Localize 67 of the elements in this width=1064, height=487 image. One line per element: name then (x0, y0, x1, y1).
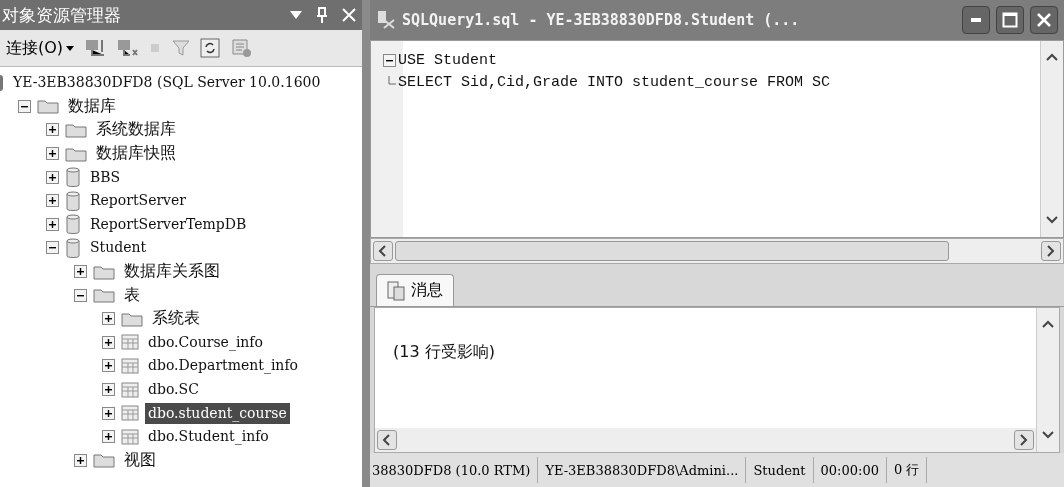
tree-item[interactable]: 系统表 (149, 308, 203, 330)
database-icon (65, 236, 81, 259)
tree-item[interactable]: 视图 (121, 449, 159, 471)
folder-icon (65, 145, 87, 162)
result-tab[interactable]: 消息 (376, 274, 454, 306)
folder-icon (93, 287, 115, 304)
code-line: USE Student (398, 51, 498, 69)
tree-item[interactable]: ReportServerTempDB (87, 213, 250, 235)
database-icon (65, 166, 81, 189)
tree-item[interactable]: dbo.Student_info (145, 426, 272, 448)
connect-server-icon (84, 38, 107, 58)
dropdown-icon (290, 11, 302, 19)
folder-icon (37, 98, 59, 115)
tree-item[interactable]: ReportServer (87, 190, 189, 212)
tree-item[interactable]: dbo.Course_info (145, 331, 266, 353)
status-cell: 00:00:00 (813, 457, 887, 483)
message-text: (13 行受影响) (393, 342, 495, 361)
maximize-icon (1002, 12, 1018, 28)
tree-item[interactable]: 数据库 (65, 95, 119, 117)
folder-icon (121, 310, 143, 327)
vertical-scrollbar[interactable] (1040, 41, 1063, 237)
document-icon (387, 280, 405, 301)
connect-button[interactable]: 连接(O) (6, 37, 75, 59)
tree-item[interactable]: Student (87, 237, 150, 259)
window-title: SQLQuery1.sql - YE-3EB38830DFD8.Student (... (402, 11, 801, 29)
status-cell: 0 行 (886, 457, 928, 483)
table-icon (121, 357, 139, 374)
filter-icon (172, 39, 191, 57)
close-icon (342, 8, 356, 22)
table-icon (121, 381, 139, 398)
minimize-icon (971, 18, 981, 22)
database-icon (65, 213, 81, 236)
close-button[interactable] (1030, 6, 1058, 34)
status-cell: 38830DFD8 (10.0 RTM) (370, 457, 539, 483)
tree-item[interactable]: dbo.student_course (145, 402, 290, 424)
table-icon (121, 334, 139, 351)
horizontal-scrollbar[interactable] (370, 238, 1064, 264)
disconnect-server-icon (116, 38, 139, 58)
tree-item[interactable]: BBS (87, 166, 124, 188)
tree-item[interactable]: 数据库关系图 (121, 261, 223, 283)
code-line: SELECT Sid,Cid,Grade INTO student_course FROM SC (398, 73, 831, 91)
status-cell: YE-3EB38830DFD8\Admini... (538, 457, 747, 483)
database-icon (65, 189, 81, 212)
maximize-button[interactable] (996, 6, 1024, 34)
close-icon (1036, 12, 1052, 28)
tree-item[interactable]: 系统数据库 (93, 119, 179, 141)
refresh-icon (200, 38, 221, 58)
folder-icon (93, 452, 115, 469)
minimize-button[interactable] (962, 6, 990, 34)
table-icon (121, 405, 139, 422)
query-icon (376, 10, 396, 30)
table-icon (121, 428, 139, 445)
vertical-scrollbar[interactable] (1036, 308, 1059, 452)
tree-item[interactable]: YE-3EB38830DFD8 (SQL Server 10.0.1600 (10, 72, 324, 94)
tree-item[interactable]: dbo.Department_info (145, 355, 301, 377)
collapse-icon (383, 53, 396, 67)
horizontal-scrollbar[interactable] (375, 428, 1036, 452)
pin-icon (316, 7, 328, 23)
status-cell: Student (746, 457, 814, 483)
script-icon (230, 38, 253, 58)
caret-icon (66, 45, 75, 51)
folder-icon (93, 263, 115, 280)
tree-item[interactable]: 数据库快照 (93, 143, 179, 165)
tree-item[interactable]: dbo.SC (145, 379, 202, 400)
tree-item[interactable]: 表 (121, 284, 143, 306)
panel-title: 对象资源管理器 (2, 3, 121, 27)
folder-icon (65, 122, 87, 138)
